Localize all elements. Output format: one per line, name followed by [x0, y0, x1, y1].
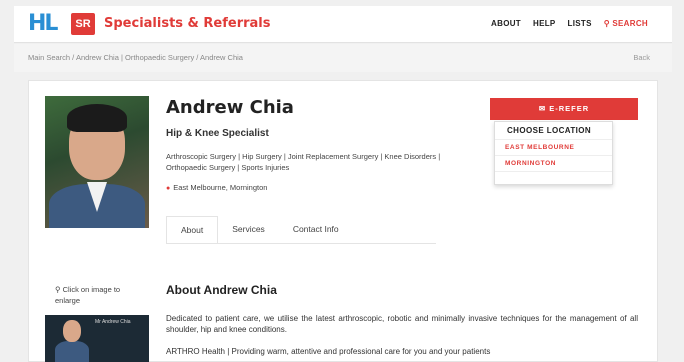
- about-heading: About Andrew Chia: [166, 283, 277, 297]
- breadcrumb[interactable]: Main Search / Andrew Chia | Orthopaedic …: [28, 53, 243, 62]
- profile-name: Andrew Chia: [166, 97, 294, 118]
- locations-text: East Melbourne, Mornington: [173, 183, 268, 192]
- location-dropdown: CHOOSE LOCATION EAST MELBOURNE MORNINGTO…: [494, 121, 613, 185]
- tab-divider: [166, 243, 436, 244]
- site-header: HL SR Specialists & Referrals ABOUT HELP…: [14, 6, 672, 43]
- e-refer-label: E-REFER: [549, 104, 590, 113]
- dropdown-option-east-melbourne[interactable]: EAST MELBOURNE: [495, 140, 612, 156]
- nav-search[interactable]: ⚲ SEARCH: [604, 19, 648, 28]
- about-tagline: ARTHRO Health | Providing warm, attentiv…: [166, 347, 491, 356]
- photo-hair: [67, 104, 127, 132]
- profile-locations: ● East Melbourne, Mornington: [166, 183, 267, 192]
- nav-help[interactable]: HELP: [533, 19, 556, 28]
- nav-lists[interactable]: LISTS: [568, 19, 592, 28]
- main-nav: ABOUT HELP LISTS ⚲ SEARCH: [491, 19, 648, 28]
- profile-photo[interactable]: [45, 96, 149, 228]
- magnifier-icon: ⚲: [55, 285, 63, 294]
- thumb-suit: [55, 341, 89, 362]
- dropdown-option-mornington[interactable]: MORNINGTON: [495, 156, 612, 172]
- profile-thumbnail[interactable]: Mr Andrew Chia: [45, 315, 149, 362]
- profile-title: Hip & Knee Specialist: [166, 128, 269, 139]
- sr-logo[interactable]: SR: [71, 13, 95, 35]
- map-pin-icon: ●: [166, 185, 171, 192]
- hl-logo[interactable]: HL: [28, 11, 58, 36]
- about-paragraph: Dedicated to patient care, we utilise th…: [166, 314, 638, 334]
- e-refer-button[interactable]: ✉ E-REFER: [490, 98, 638, 120]
- dropdown-header: CHOOSE LOCATION: [495, 122, 612, 140]
- mail-icon: ✉: [538, 104, 550, 113]
- nav-search-label: SEARCH: [612, 19, 648, 28]
- thumb-caption: Mr Andrew Chia: [95, 319, 131, 325]
- back-link[interactable]: Back: [633, 53, 650, 62]
- tab-about[interactable]: About: [166, 216, 219, 244]
- brand-title[interactable]: Specialists & Referrals: [104, 16, 271, 31]
- profile-specialties: Arthroscopic Surgery | Hip Surgery | Joi…: [166, 152, 441, 172]
- nav-about[interactable]: ABOUT: [491, 19, 521, 28]
- thumb-face: [63, 320, 81, 342]
- zoom-hint: ⚲ Click on image to enlarge: [55, 284, 145, 306]
- zoom-hint-text: Click on image to enlarge: [55, 285, 121, 305]
- tab-services[interactable]: Services: [218, 216, 279, 244]
- breadcrumb-bar: Main Search / Andrew Chia | Orthopaedic …: [14, 44, 672, 72]
- profile-tabs: About Services Contact Info: [166, 216, 353, 244]
- tab-contact-info[interactable]: Contact Info: [279, 216, 353, 244]
